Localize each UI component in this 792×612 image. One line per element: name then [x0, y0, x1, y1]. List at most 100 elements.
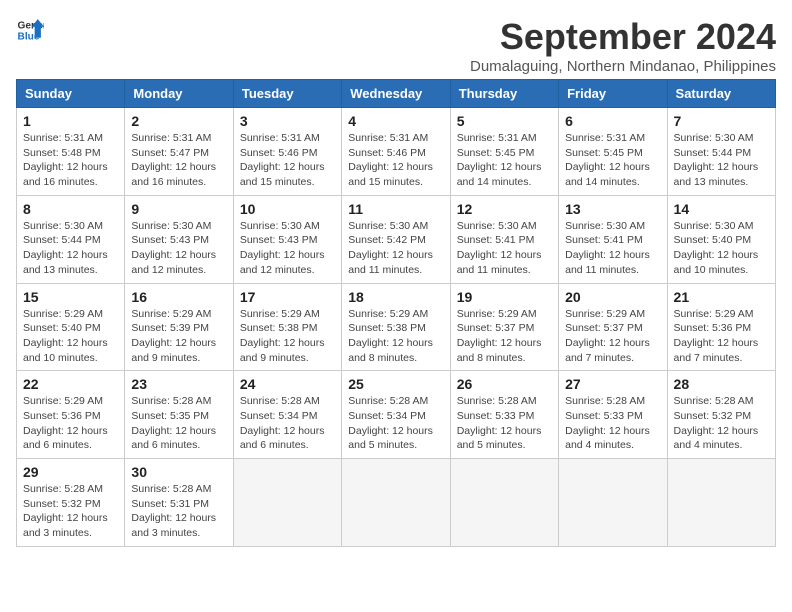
- day-number: 19: [457, 289, 552, 305]
- day-number: 13: [565, 201, 660, 217]
- day-info: Sunrise: 5:31 AMSunset: 5:46 PMDaylight:…: [240, 131, 335, 190]
- day-info: Sunrise: 5:29 AMSunset: 5:36 PMDaylight:…: [23, 394, 118, 453]
- week-row-1: 1 Sunrise: 5:31 AMSunset: 5:48 PMDaylight…: [17, 108, 776, 196]
- day-number: 16: [131, 289, 226, 305]
- day-info: Sunrise: 5:29 AMSunset: 5:37 PMDaylight:…: [457, 307, 552, 366]
- header: General Blue September 2024 Dumalaguing,…: [16, 16, 776, 75]
- table-cell: 14Sunrise: 5:30 AMSunset: 5:40 PMDayligh…: [667, 195, 775, 283]
- table-cell: 28 Sunrise: 5:28 AMSunset: 5:32 PMDayligh…: [667, 371, 775, 459]
- day-info: Sunrise: 5:30 AMSunset: 5:44 PMDaylight:…: [23, 219, 118, 278]
- table-cell: 25Sunrise: 5:28 AMSunset: 5:34 PMDayligh…: [342, 371, 450, 459]
- table-cell: 17Sunrise: 5:29 AMSunset: 5:38 PMDayligh…: [233, 283, 341, 371]
- table-cell: 22 Sunrise: 5:29 AMSunset: 5:36 PMDayligh…: [17, 371, 125, 459]
- day-info: Sunrise: 5:28 AMSunset: 5:32 PMDaylight:…: [674, 394, 769, 453]
- day-info: Sunrise: 5:28 AMSunset: 5:34 PMDaylight:…: [240, 394, 335, 453]
- table-cell: 5Sunrise: 5:31 AMSunset: 5:45 PMDaylight…: [450, 108, 558, 196]
- table-cell: 6 Sunrise: 5:31 AMSunset: 5:45 PMDaylight…: [559, 108, 667, 196]
- day-number: 14: [674, 201, 769, 217]
- table-cell: 29 Sunrise: 5:28 AMSunset: 5:32 PMDayligh…: [17, 459, 125, 547]
- table-cell: 30Sunrise: 5:28 AMSunset: 5:31 PMDayligh…: [125, 459, 233, 547]
- table-cell: [450, 459, 558, 547]
- table-cell: 9 Sunrise: 5:30 AMSunset: 5:43 PMDaylight…: [125, 195, 233, 283]
- day-info: Sunrise: 5:29 AMSunset: 5:36 PMDaylight:…: [674, 307, 769, 366]
- day-number: 28: [674, 376, 769, 392]
- day-info: Sunrise: 5:30 AMSunset: 5:43 PMDaylight:…: [131, 219, 226, 278]
- day-number: 7: [674, 113, 769, 129]
- logo: General Blue: [16, 16, 44, 44]
- day-number: 9: [131, 201, 226, 217]
- day-number: 8: [23, 201, 118, 217]
- logo-icon: General Blue: [16, 16, 44, 44]
- day-number: 3: [240, 113, 335, 129]
- header-monday: Monday: [125, 80, 233, 108]
- table-cell: 19 Sunrise: 5:29 AMSunset: 5:37 PMDayligh…: [450, 283, 558, 371]
- table-cell: 21 Sunrise: 5:29 AMSunset: 5:36 PMDayligh…: [667, 283, 775, 371]
- weekday-header-row: Sunday Monday Tuesday Wednesday Thursday…: [17, 80, 776, 108]
- title-block: September 2024 Dumalaguing, Northern Min…: [470, 16, 776, 75]
- header-saturday: Saturday: [667, 80, 775, 108]
- day-info: Sunrise: 5:28 AMSunset: 5:34 PMDaylight:…: [348, 394, 443, 453]
- table-cell: 4 Sunrise: 5:31 AMSunset: 5:46 PMDaylight…: [342, 108, 450, 196]
- table-cell: 27Sunrise: 5:28 AMSunset: 5:33 PMDayligh…: [559, 371, 667, 459]
- day-number: 26: [457, 376, 552, 392]
- day-info: Sunrise: 5:30 AMSunset: 5:43 PMDaylight:…: [240, 219, 335, 278]
- table-cell: 8 Sunrise: 5:30 AMSunset: 5:44 PMDaylight…: [17, 195, 125, 283]
- day-info: Sunrise: 5:30 AMSunset: 5:41 PMDaylight:…: [457, 219, 552, 278]
- table-cell: 11 Sunrise: 5:30 AMSunset: 5:42 PMDayligh…: [342, 195, 450, 283]
- header-tuesday: Tuesday: [233, 80, 341, 108]
- month-title: September 2024: [470, 16, 776, 58]
- day-info: Sunrise: 5:30 AMSunset: 5:44 PMDaylight:…: [674, 131, 769, 190]
- week-row-5: 29 Sunrise: 5:28 AMSunset: 5:32 PMDayligh…: [17, 459, 776, 547]
- subtitle: Dumalaguing, Northern Mindanao, Philippi…: [470, 58, 776, 75]
- day-info: Sunrise: 5:30 AMSunset: 5:41 PMDaylight:…: [565, 219, 660, 278]
- day-info: Sunrise: 5:31 AMSunset: 5:45 PMDaylight:…: [565, 131, 660, 190]
- day-number: 20: [565, 289, 660, 305]
- day-info: Sunrise: 5:31 AMSunset: 5:47 PMDaylight:…: [131, 131, 226, 190]
- table-cell: 16Sunrise: 5:29 AMSunset: 5:39 PMDayligh…: [125, 283, 233, 371]
- day-number: 6: [565, 113, 660, 129]
- table-cell: [667, 459, 775, 547]
- header-friday: Friday: [559, 80, 667, 108]
- table-cell: 20 Sunrise: 5:29 AMSunset: 5:37 PMDayligh…: [559, 283, 667, 371]
- header-wednesday: Wednesday: [342, 80, 450, 108]
- day-number: 12: [457, 201, 552, 217]
- day-number: 22: [23, 376, 118, 392]
- table-cell: 15 Sunrise: 5:29 AMSunset: 5:40 PMDayligh…: [17, 283, 125, 371]
- table-cell: [342, 459, 450, 547]
- calendar: Sunday Monday Tuesday Wednesday Thursday…: [16, 79, 776, 547]
- day-number: 17: [240, 289, 335, 305]
- day-number: 21: [674, 289, 769, 305]
- day-info: Sunrise: 5:31 AMSunset: 5:46 PMDaylight:…: [348, 131, 443, 190]
- day-number: 4: [348, 113, 443, 129]
- day-info: Sunrise: 5:28 AMSunset: 5:35 PMDaylight:…: [131, 394, 226, 453]
- table-cell: 26 Sunrise: 5:28 AMSunset: 5:33 PMDayligh…: [450, 371, 558, 459]
- table-cell: 7 Sunrise: 5:30 AMSunset: 5:44 PMDaylight…: [667, 108, 775, 196]
- day-info: Sunrise: 5:28 AMSunset: 5:32 PMDaylight:…: [23, 482, 118, 541]
- table-cell: 18Sunrise: 5:29 AMSunset: 5:38 PMDayligh…: [342, 283, 450, 371]
- header-sunday: Sunday: [17, 80, 125, 108]
- table-cell: 3 Sunrise: 5:31 AMSunset: 5:46 PMDaylight…: [233, 108, 341, 196]
- table-cell: 1 Sunrise: 5:31 AMSunset: 5:48 PMDaylight…: [17, 108, 125, 196]
- day-number: 1: [23, 113, 118, 129]
- week-row-4: 22 Sunrise: 5:29 AMSunset: 5:36 PMDayligh…: [17, 371, 776, 459]
- day-number: 29: [23, 464, 118, 480]
- header-thursday: Thursday: [450, 80, 558, 108]
- day-info: Sunrise: 5:29 AMSunset: 5:37 PMDaylight:…: [565, 307, 660, 366]
- day-number: 23: [131, 376, 226, 392]
- day-info: Sunrise: 5:29 AMSunset: 5:38 PMDaylight:…: [348, 307, 443, 366]
- table-cell: 12 Sunrise: 5:30 AMSunset: 5:41 PMDayligh…: [450, 195, 558, 283]
- table-cell: [559, 459, 667, 547]
- day-number: 24: [240, 376, 335, 392]
- table-cell: [233, 459, 341, 547]
- day-number: 15: [23, 289, 118, 305]
- day-number: 30: [131, 464, 226, 480]
- day-info: Sunrise: 5:30 AMSunset: 5:42 PMDaylight:…: [348, 219, 443, 278]
- day-info: Sunrise: 5:28 AMSunset: 5:33 PMDaylight:…: [457, 394, 552, 453]
- table-cell: 10Sunrise: 5:30 AMSunset: 5:43 PMDayligh…: [233, 195, 341, 283]
- table-cell: 2 Sunrise: 5:31 AMSunset: 5:47 PMDaylight…: [125, 108, 233, 196]
- day-number: 2: [131, 113, 226, 129]
- day-number: 11: [348, 201, 443, 217]
- day-info: Sunrise: 5:29 AMSunset: 5:40 PMDaylight:…: [23, 307, 118, 366]
- day-info: Sunrise: 5:31 AMSunset: 5:48 PMDaylight:…: [23, 131, 118, 190]
- day-info: Sunrise: 5:28 AMSunset: 5:33 PMDaylight:…: [565, 394, 660, 453]
